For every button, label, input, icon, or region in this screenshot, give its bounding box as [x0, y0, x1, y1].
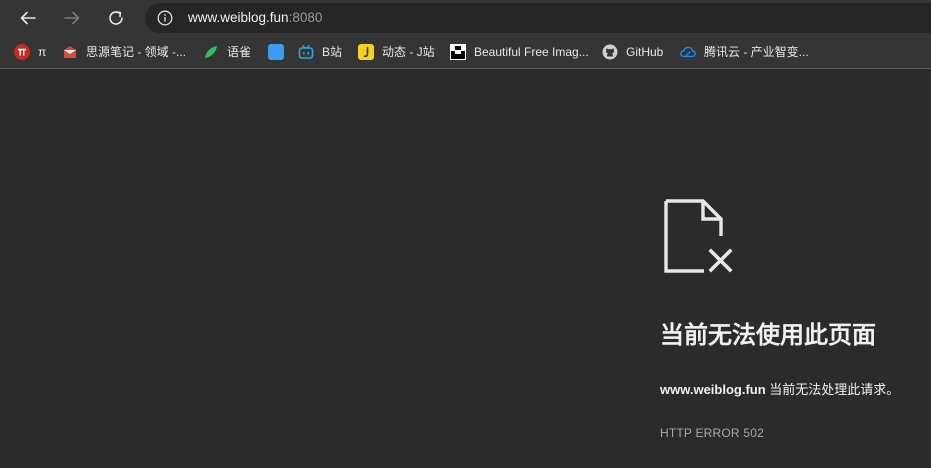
bookmark-label: GitHub — [626, 45, 664, 59]
error-host: www.weiblog.fun — [660, 382, 766, 397]
bookmark-blue[interactable] — [268, 43, 292, 61]
error-description: www.weiblog.fun 当前无法处理此请求。 — [660, 381, 899, 399]
browser-window: www.weiblog.fun:8080 π 思源笔记 - 领域 -... 语雀 — [0, 0, 931, 468]
address-bar[interactable]: www.weiblog.fun:8080 — [145, 3, 931, 33]
arrow-right-icon — [64, 11, 80, 25]
arrow-left-icon — [20, 11, 36, 25]
bookmark-siyuan[interactable]: 思源笔记 - 领域 -... — [62, 43, 186, 61]
url-port: :8080 — [288, 10, 323, 25]
bilibili-icon — [298, 44, 314, 60]
bookmark-github[interactable]: GitHub — [602, 43, 663, 61]
back-button[interactable] — [14, 4, 42, 32]
siyuan-icon — [62, 44, 78, 60]
forward-button[interactable] — [58, 4, 86, 32]
bookmark-label: 动态 - J站 — [382, 45, 435, 59]
yuque-icon — [203, 44, 219, 60]
broken-file-icon — [664, 199, 733, 273]
reload-icon — [109, 11, 123, 25]
reload-button[interactable] — [102, 4, 130, 32]
bookmark-yuque[interactable]: 语雀 — [203, 43, 251, 61]
bookmarks-bar: π 思源笔记 - 领域 -... 语雀 B站 动态 - J站 Beautiful… — [0, 36, 931, 69]
bookmark-jzhan[interactable]: 动态 - J站 — [358, 43, 435, 61]
bookmark-label: π — [38, 45, 47, 59]
bookmark-tencent-cloud[interactable]: 腾讯云 - 产业智变... — [680, 43, 809, 61]
toolbar: www.weiblog.fun:8080 — [0, 0, 931, 36]
bookmark-label: Beautiful Free Imag... — [474, 45, 589, 59]
bookmark-unsplash[interactable]: Beautiful Free Imag... — [450, 43, 589, 61]
blue-square-icon — [268, 44, 284, 60]
jzhan-icon — [358, 44, 374, 60]
tencent-cloud-icon — [680, 44, 696, 60]
bookmark-pi[interactable]: π — [14, 43, 46, 61]
pi-icon — [14, 44, 30, 60]
bookmark-bilibili[interactable]: B站 — [298, 43, 342, 61]
url-host: www.weiblog.fun — [188, 10, 289, 25]
error-title: 当前无法使用此页面 — [660, 322, 876, 349]
info-icon[interactable] — [157, 10, 173, 26]
bookmark-label: 腾讯云 - 产业智变... — [704, 45, 809, 59]
bookmark-label: 思源笔记 - 领域 -... — [86, 45, 186, 59]
bookmark-label: 语雀 — [227, 45, 252, 59]
error-code: HTTP ERROR 502 — [660, 426, 764, 440]
github-icon — [602, 44, 618, 60]
unsplash-icon — [450, 44, 466, 60]
url-text[interactable]: www.weiblog.fun:8080 — [188, 10, 322, 26]
bookmark-label: B站 — [322, 45, 343, 59]
error-message: 当前无法处理此请求。 — [765, 382, 900, 397]
error-page: 当前无法使用此页面 www.weiblog.fun 当前无法处理此请求。 HTT… — [0, 69, 931, 468]
